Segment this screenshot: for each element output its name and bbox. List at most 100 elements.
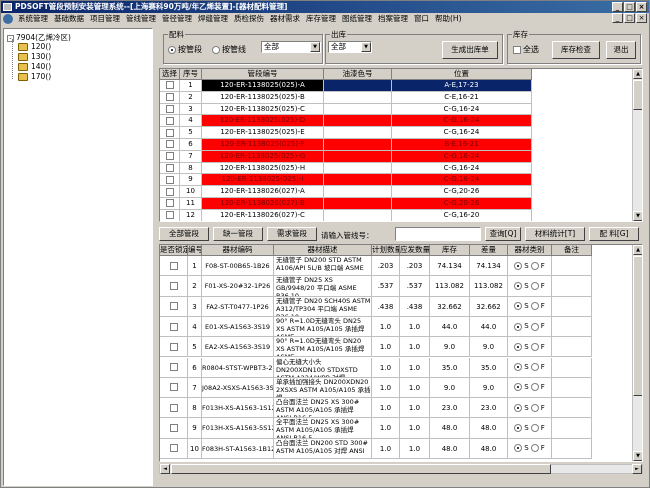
category-radio[interactable]: SF [508, 256, 552, 277]
lock-checkbox[interactable] [160, 276, 188, 297]
scroll-left-icon[interactable]: ◄ [160, 464, 170, 474]
mdi-restore-button[interactable]: □ [624, 13, 635, 23]
cell-note[interactable] [552, 256, 592, 277]
lock-checkbox[interactable] [160, 398, 188, 419]
column-header[interactable]: 油漆色号 [324, 69, 392, 80]
radio-icon[interactable] [530, 383, 539, 392]
horizontal-scrollbar[interactable]: ◄ ► [159, 464, 643, 474]
menu-item[interactable]: 档案管理 [375, 13, 411, 25]
tree-item[interactable]: 170() [18, 72, 51, 81]
radio-icon[interactable] [514, 342, 523, 351]
select-checkbox[interactable] [160, 150, 180, 163]
cell-note[interactable] [552, 398, 592, 419]
menu-item[interactable]: 项目管理 [87, 13, 123, 25]
lock-checkbox[interactable] [160, 296, 188, 317]
radio-icon[interactable] [514, 403, 523, 412]
minimize-button[interactable]: _ [612, 2, 623, 12]
column-header[interactable]: 应发数量 [400, 245, 430, 256]
select-checkbox[interactable] [160, 139, 180, 151]
select-checkbox[interactable] [160, 127, 180, 139]
pipeline-input[interactable] [395, 227, 481, 241]
tree-item[interactable]: 120() [18, 42, 51, 51]
table-row[interactable]: 10 F083H-ST-A1563-1B12 凸台面法兰 DN200 STD 300… [160, 438, 592, 459]
column-header[interactable]: 差量 [470, 245, 508, 256]
material-grid[interactable]: 是否锁定 编号 器材编码 器材描述 计划数量 应发数量 库存 差量 器材类别 备注 ▲ ▼ 1 F0… [159, 244, 643, 462]
radio-icon[interactable] [530, 302, 539, 311]
tree-item[interactable]: 130() [18, 52, 51, 61]
lock-checkbox[interactable] [160, 438, 188, 459]
demand-segments-button[interactable]: 需求管段 [267, 227, 317, 241]
scroll-thumb[interactable] [633, 80, 642, 110]
select-checkbox[interactable] [160, 115, 180, 128]
lock-checkbox[interactable] [160, 418, 188, 439]
column-header[interactable]: 器材编码 [202, 245, 274, 256]
radio-icon[interactable] [530, 281, 539, 290]
lock-checkbox[interactable] [160, 256, 188, 277]
menu-item[interactable]: 基础数据 [51, 13, 87, 25]
column-header[interactable]: 编号 [188, 245, 202, 256]
by-line-radio[interactable]: 按管线 [212, 44, 246, 55]
radio-icon[interactable] [530, 363, 539, 372]
select-all-checkbox[interactable]: 全选 [513, 44, 539, 55]
table-row[interactable]: 2 120-ER-1138025(025)-B C-E,16-21 [160, 91, 532, 104]
table-row[interactable]: 9 F013H-XS-A1563-5S12 全平面法兰 DN25 XS 300# A… [160, 418, 592, 439]
cell-note[interactable] [552, 296, 592, 317]
allocate-button[interactable]: 配 料[G] [589, 227, 639, 241]
column-header[interactable]: 器材描述 [274, 245, 372, 256]
lock-checkbox[interactable] [160, 316, 188, 338]
table-row[interactable]: 7 120-ER-1138025(025)-G C-G,16-24 [160, 150, 532, 163]
cell-note[interactable] [552, 418, 592, 439]
table-row[interactable]: 10 120-ER-1138026(027)-A C-G,20-26 [160, 186, 532, 198]
menu-item[interactable]: 管线管理 [123, 13, 159, 25]
menu-item[interactable]: 系统管理 [15, 13, 51, 25]
menu-item[interactable]: 管径管理 [159, 13, 195, 25]
lock-checkbox[interactable] [160, 357, 188, 378]
column-header[interactable]: 选择 [160, 69, 180, 80]
scroll-thumb[interactable] [633, 256, 642, 396]
category-radio[interactable]: SF [508, 438, 552, 459]
scroll-down-icon[interactable]: ▼ [633, 211, 642, 221]
radio-icon[interactable] [514, 363, 523, 372]
column-header[interactable]: 管段编号 [202, 69, 324, 80]
exit-button[interactable]: 退出 [606, 41, 636, 59]
menu-item[interactable]: 焊缝管理 [195, 13, 231, 25]
select-checkbox[interactable] [160, 186, 180, 198]
menu-item[interactable]: 库存管理 [303, 13, 339, 25]
radio-icon[interactable] [514, 424, 523, 433]
missing-segments-button[interactable]: 缺一管段 [213, 227, 263, 241]
category-radio[interactable]: SF [508, 377, 552, 399]
cell-note[interactable] [552, 316, 592, 338]
menu-item[interactable]: 窗口 [411, 13, 432, 25]
radio-icon[interactable] [514, 302, 523, 311]
column-header[interactable]: 器材类别 [508, 245, 552, 256]
cell-note[interactable] [552, 438, 592, 459]
radio-icon[interactable] [530, 403, 539, 412]
scroll-up-icon[interactable]: ▲ [633, 245, 642, 255]
select-checkbox[interactable] [160, 174, 180, 187]
category-radio[interactable]: SF [508, 398, 552, 419]
menu-item[interactable]: 质检探伤 [231, 13, 267, 25]
query-button[interactable]: 查询[Q] [485, 227, 521, 241]
table-row[interactable]: 5 EA2-XS-A1563-3S19 90° R=1.0D无缝弯头 DN20 XS… [160, 337, 592, 358]
segment-grid-scrollbar[interactable]: ▲ ▼ [632, 69, 642, 221]
select-checkbox[interactable] [160, 80, 180, 92]
cell-note[interactable] [552, 337, 592, 358]
category-radio[interactable]: SF [508, 337, 552, 358]
table-row[interactable]: 12 120-ER-1138026(027)-C C-G,16-20 [160, 209, 532, 221]
radio-icon[interactable] [530, 261, 539, 270]
radio-icon[interactable] [514, 322, 523, 331]
radio-icon[interactable] [514, 281, 523, 290]
table-row[interactable]: 3 FA2-ST-T0477-1P26 无缝管子 DN20 SCH40S ASTM … [160, 296, 592, 317]
scroll-thumb[interactable] [171, 464, 551, 474]
menu-item[interactable]: 图纸管理 [339, 13, 375, 25]
table-row[interactable]: 1 120-ER-1138025(025)-A A-E,17-23 [160, 80, 532, 92]
mdi-close-button[interactable]: × [636, 13, 647, 23]
column-header[interactable]: 库存 [430, 245, 470, 256]
table-row[interactable]: 11 120-ER-1138026(027)-B C-G,20-26 [160, 198, 532, 210]
radio-icon[interactable] [530, 322, 539, 331]
stock-check-button[interactable]: 库存检查 [552, 41, 600, 59]
chuku-select[interactable]: 全部 ▼ [328, 41, 372, 53]
column-header[interactable]: 位置 [392, 69, 532, 80]
lock-checkbox[interactable] [160, 377, 188, 399]
maximize-button[interactable]: □ [624, 2, 635, 12]
